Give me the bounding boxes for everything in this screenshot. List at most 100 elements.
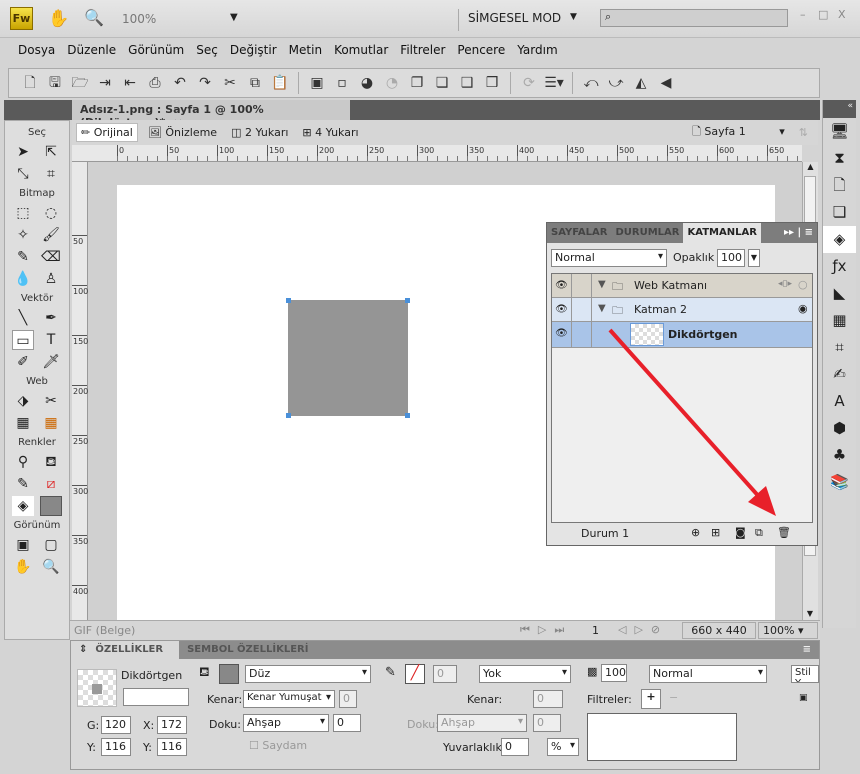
opacity-dropdown[interactable]: ▼	[748, 249, 760, 267]
library-panel-icon[interactable]: 📚	[823, 469, 856, 496]
view-preview[interactable]: 🖼 Önizleme	[144, 124, 221, 141]
text-tool-icon[interactable]: T	[40, 330, 62, 350]
join-icon[interactable]: ◕	[356, 72, 378, 94]
stroke-color-swatch[interactable]: ╱	[405, 664, 425, 684]
text-panel-icon[interactable]: A	[823, 388, 856, 415]
menu-dosya[interactable]: Dosya	[12, 38, 61, 62]
brush-tool-icon[interactable]: 🖌	[40, 225, 62, 245]
symbols-panel-icon[interactable]: ♣	[823, 442, 856, 469]
scale-tool-icon[interactable]: ⤡	[12, 164, 34, 184]
object-name-input[interactable]	[123, 688, 189, 706]
trash-icon[interactable]: 🗑	[777, 526, 791, 539]
flip-v-icon[interactable]: ◀	[655, 72, 677, 94]
paste-icon[interactable]: 📋	[269, 72, 291, 94]
rotate-ccw-icon[interactable]: ⤺	[580, 72, 602, 94]
layer-row-web[interactable]: 👁 ▼ 🗀 Web Katmanı ◂▯▸ ○	[552, 274, 812, 298]
fill-color-swatch[interactable]	[219, 664, 239, 684]
height-input[interactable]: 116	[101, 738, 131, 756]
maximize-button[interactable]: □	[818, 8, 828, 21]
fill-swatch[interactable]	[40, 496, 62, 516]
menu-degistir[interactable]: Değiştir	[224, 38, 283, 62]
eye-icon[interactable]: 👁	[552, 274, 572, 297]
new-layer-icon[interactable]: ⊞	[711, 526, 720, 539]
pen-panel-icon[interactable]: ✍	[823, 361, 856, 388]
pointer-tool-icon[interactable]: ➤	[12, 142, 34, 162]
tab-states[interactable]: DURUMLAR	[611, 223, 683, 243]
texture-select[interactable]: Ahşap	[243, 714, 329, 732]
menu-filtreler[interactable]: Filtreler	[394, 38, 451, 62]
transparent-checkbox[interactable]: ☐ Saydam	[249, 739, 307, 752]
edge-value[interactable]: 0	[339, 690, 357, 708]
hide-slices-icon[interactable]: ▦	[12, 413, 34, 433]
search-input[interactable]: ⌕	[600, 9, 788, 27]
tab-symbol-properties[interactable]: SEMBOL ÖZELLİKLERİ	[179, 641, 316, 659]
align-icon[interactable]: ☰▾	[543, 72, 565, 94]
knife-tool-icon[interactable]: 🗡	[40, 352, 62, 372]
canvas-size[interactable]: 660 x 440	[682, 622, 756, 639]
zoom-tool-icon[interactable]: 🔍	[40, 557, 62, 577]
x-input[interactable]: 172	[157, 716, 187, 734]
magic-wand-icon[interactable]: ✧	[12, 225, 34, 245]
layer-radio[interactable]: ○	[798, 278, 808, 291]
cut-icon[interactable]: ✂	[219, 72, 241, 94]
page-select[interactable]: 🗋 Sayfa 1 ▾	[688, 121, 789, 144]
view-4up[interactable]: ⊞ 4 Yukarı	[298, 124, 362, 141]
minimize-button[interactable]: –	[800, 8, 806, 21]
send-back-icon[interactable]: ❒	[481, 72, 503, 94]
save-icon[interactable]: 🖫	[44, 72, 66, 94]
duplicate-icon[interactable]: ⧉	[755, 526, 763, 540]
eyedropper-tool-icon[interactable]: ⚲	[12, 452, 34, 472]
print-icon[interactable]: ⎙	[144, 72, 166, 94]
y-input[interactable]: 116	[157, 738, 187, 756]
undo-icon[interactable]: ↶	[169, 72, 191, 94]
menu-metin[interactable]: Metin	[283, 38, 328, 62]
eraser-tool-icon[interactable]: ⌫	[40, 247, 62, 267]
filters-list[interactable]	[587, 713, 737, 761]
tab-layers[interactable]: KATMANLAR	[683, 223, 761, 243]
import-icon[interactable]: ⇥	[94, 72, 116, 94]
menu-sec[interactable]: Seç	[190, 38, 224, 62]
rotate-cw-icon[interactable]: ⤻	[605, 72, 627, 94]
redo-icon[interactable]: ↷	[194, 72, 216, 94]
rectangle-tool-icon[interactable]: ▭	[12, 330, 34, 350]
path-panel-icon[interactable]: ⌗	[823, 334, 856, 361]
open-icon[interactable]: 🗁	[69, 72, 91, 94]
eye-icon[interactable]: 👁	[552, 322, 572, 347]
texture-value[interactable]: 0	[333, 714, 361, 732]
send-backward-icon[interactable]: ❑	[456, 72, 478, 94]
layer-opacity-input[interactable]: 100	[717, 249, 745, 267]
layer-row-rectangle[interactable]: 👁 Dikdörtgen	[552, 322, 812, 348]
optimize-panel-icon[interactable]: 🖥	[823, 118, 856, 145]
color-panel-icon[interactable]: ▦	[823, 307, 856, 334]
stroke-color-icon[interactable]: ✎	[12, 474, 34, 494]
history-panel-icon[interactable]: ⧗	[823, 145, 856, 172]
menu-pencere[interactable]: Pencere	[451, 38, 511, 62]
layer-blend-select[interactable]: Normal	[551, 249, 667, 267]
hand-tool-icon[interactable]: ✋	[12, 557, 34, 577]
status-zoom[interactable]: 100% ▾	[758, 622, 818, 639]
marquee-tool-icon[interactable]: ⬚	[12, 203, 34, 223]
pencil-tool-icon[interactable]: ✎	[12, 247, 34, 267]
page-sort-icon[interactable]: ⇅	[795, 124, 812, 141]
freeform-tool-icon[interactable]: ✐	[12, 352, 34, 372]
object-opacity-input[interactable]: 100	[601, 664, 627, 682]
lasso-tool-icon[interactable]: ◌	[40, 203, 62, 223]
hand-icon[interactable]: ✋	[48, 9, 69, 29]
stroke-type-select[interactable]: Yok	[479, 665, 571, 683]
zoom-select[interactable]: 100%	[122, 12, 156, 26]
slice-tool-icon[interactable]: ✂	[40, 391, 62, 411]
styles-panel-icon[interactable]: ƒx	[823, 253, 856, 280]
subselect-tool-icon[interactable]: ⇱	[40, 142, 62, 162]
3d-panel-icon[interactable]: ⬢	[823, 415, 856, 442]
edge-select[interactable]: Kenar Yumuşat	[243, 690, 335, 708]
layers-panel-icon[interactable]: ◈	[823, 226, 856, 253]
object-blend-select[interactable]: Normal	[649, 665, 767, 683]
screen-mode-icon[interactable]: ▣	[12, 535, 34, 555]
tab-properties[interactable]: ⇕ ÖZELLİKLER	[71, 641, 180, 659]
states-panel-icon[interactable]: ❏	[823, 199, 856, 226]
width-input[interactable]: 120	[101, 716, 131, 734]
collapse-dock-icon[interactable]: «	[823, 100, 856, 118]
roundness-input[interactable]: 0	[501, 738, 529, 756]
new-icon[interactable]: 🗋	[19, 72, 41, 94]
new-style-icon[interactable]: ▣	[799, 693, 808, 703]
